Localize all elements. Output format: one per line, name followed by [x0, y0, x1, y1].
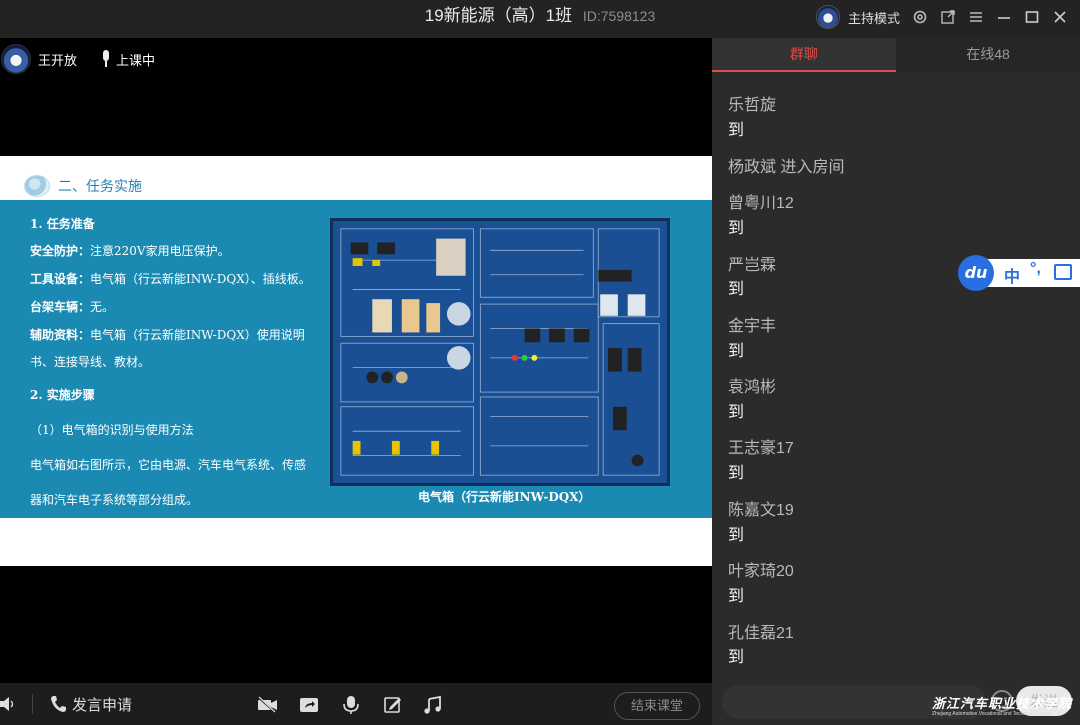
message-sender: 叶家琦20: [728, 563, 794, 580]
message-sender: 袁鸿彬: [728, 379, 777, 396]
slide-line: 台架车辆：无。: [30, 300, 115, 314]
message-text: 到: [728, 465, 745, 482]
message-text: 到: [728, 649, 745, 666]
watermark-subtext: Zhejiang Automotive Vocational and Techn…: [932, 711, 1052, 717]
electrical-box-image: [330, 218, 670, 486]
edit-note-icon[interactable]: [382, 695, 404, 715]
room-id: ID:7598123: [582, 8, 656, 24]
message-text: 到: [728, 404, 745, 421]
punctuation-icon[interactable]: °,: [1030, 260, 1041, 278]
message-sender: 陈嘉文19: [728, 502, 794, 519]
system-notice: 杨政斌 进入房间: [728, 159, 845, 176]
message-text: 到: [728, 527, 745, 544]
watermark-text: 浙江汽车职业技术学院: [932, 697, 1073, 712]
screen-share-icon[interactable]: [298, 695, 320, 715]
presenter-avatar: [1, 44, 31, 74]
presenter-name: 王开放: [38, 52, 78, 68]
message-text: 到: [728, 220, 745, 237]
watermark: 浙江汽车职业技术学院 Zhejiang Automotive Vocationa…: [932, 693, 1072, 723]
message-sender: 王志豪17: [728, 440, 794, 457]
tab-online[interactable]: 在线48: [896, 38, 1080, 72]
close-icon[interactable]: [1052, 9, 1068, 25]
presenter-info: 王开放 上课中: [0, 42, 155, 76]
message-text: 到: [728, 281, 745, 298]
keyboard-icon[interactable]: [1054, 264, 1072, 280]
slide-line: 1. 任务准备: [30, 217, 95, 231]
bottom-toolbar: 发言申请 结束课堂: [0, 683, 712, 725]
title-bar: 19新能源（高）1班 ID:7598123 主持模式: [0, 0, 1080, 38]
microphone-icon[interactable]: [340, 695, 362, 715]
language-toggle[interactable]: 中: [1004, 263, 1020, 287]
minimize-icon[interactable]: [996, 9, 1012, 25]
input-method-toolbar[interactable]: du 中 °,: [958, 255, 1080, 291]
popout-icon[interactable]: [940, 9, 956, 25]
slide-heading: 二、任务实施: [58, 179, 142, 195]
phone-icon[interactable]: [50, 695, 66, 713]
message-text: 到: [728, 588, 745, 605]
music-icon[interactable]: [422, 695, 444, 715]
message-sender: 曾粤川12: [728, 195, 794, 212]
maximize-icon[interactable]: [1024, 9, 1040, 25]
slide-line: 安全防护：注意220V家用电压保护。: [30, 244, 230, 258]
message-sender: 孔佳磊21: [728, 625, 794, 642]
message-text: 到: [728, 343, 745, 360]
slide-line: 2. 实施步骤: [30, 388, 95, 402]
menu-icon[interactable]: [968, 9, 984, 25]
apply-speak-button[interactable]: 发言申请: [72, 694, 132, 715]
slide-line: （1）电气箱的识别与使用方法: [30, 423, 194, 437]
image-caption: 电气箱（行云新能INW-DQX）: [418, 490, 591, 504]
video-off-icon[interactable]: [256, 695, 278, 715]
microphone-icon: [100, 50, 112, 68]
slide-line: 电气箱如右图所示，它由电源、汽车电气系统、传感: [30, 458, 307, 472]
message-sender: 乐哲旋: [728, 97, 777, 114]
slide-line: 器和汽车电子系统等部分组成。: [30, 493, 199, 507]
slide-line: 辅助资料：电气箱（行云新能INW-DQX）使用说明: [30, 328, 305, 342]
panel-tabs: 群聊 在线48: [712, 38, 1080, 72]
settings-icon[interactable]: [912, 9, 928, 25]
title-bar-controls: 主持模式: [815, 4, 1068, 30]
slide-line: 书、连接导线、教材。: [30, 355, 151, 369]
class-status: 上课中: [116, 52, 156, 68]
message-text: 到: [728, 122, 745, 139]
divider: [32, 694, 33, 714]
shared-slide: 二、任务实施 1. 任务准备 安全防护：注意220V家用电压保护。 工具设备：电…: [0, 156, 712, 566]
class-name: 19新能源（高）1班: [424, 6, 573, 25]
message-sender: 金宇丰: [728, 318, 777, 335]
slide-header: 二、任务实施: [24, 174, 142, 198]
chat-panel: 群聊 在线48 乐哲旋 到 杨政斌 进入房间 曾粤川12 到 严岂霖 到 金宇丰…: [712, 38, 1080, 725]
video-area: 王开放 上课中 二、任务实施 1. 任务准备 安全防护：注意220V家用电压保护…: [0, 38, 712, 683]
end-class-button[interactable]: 结束课堂: [614, 692, 700, 720]
host-mode-label[interactable]: 主持模式: [848, 8, 900, 27]
du-logo[interactable]: du: [958, 255, 994, 291]
slide-line: 工具设备：电气箱（行云新能INW-DQX）、插线板。: [30, 272, 311, 286]
message-sender: 严岂霖: [728, 257, 777, 274]
slide-content: 1. 任务准备 安全防护：注意220V家用电压保护。 工具设备：电气箱（行云新能…: [0, 200, 712, 518]
tab-group-chat[interactable]: 群聊: [712, 38, 896, 72]
host-avatar[interactable]: [815, 5, 840, 29]
speaker-icon[interactable]: [0, 696, 16, 712]
globe-icon: [24, 175, 50, 197]
